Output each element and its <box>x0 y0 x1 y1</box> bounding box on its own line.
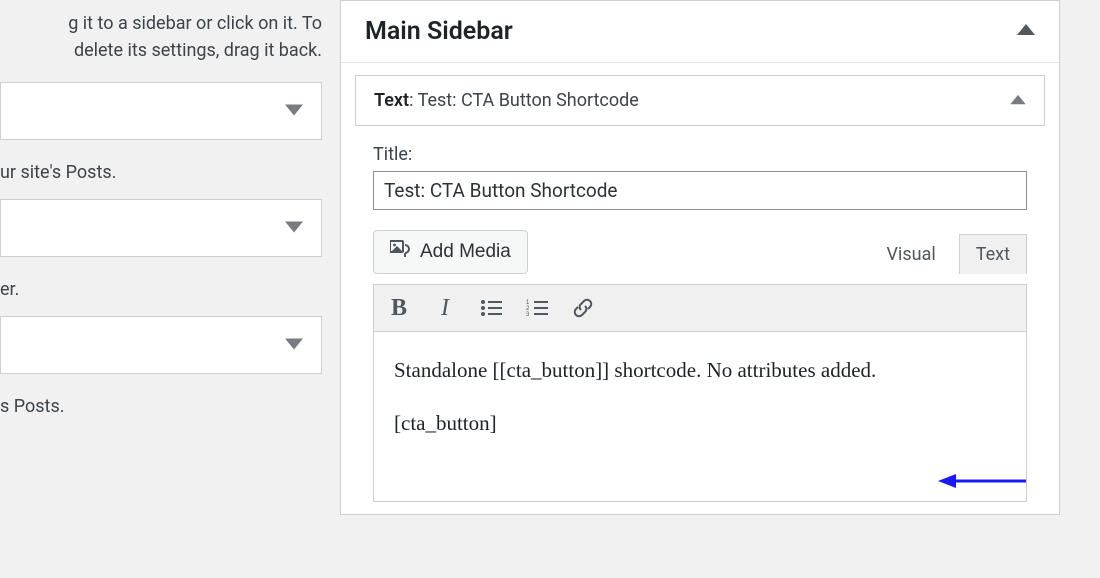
bullet-list-button[interactable] <box>478 295 504 321</box>
available-widget-item[interactable] <box>0 199 322 257</box>
sidebar-panel-header[interactable]: Main Sidebar <box>341 1 1059 63</box>
help-text-line: delete its settings, drag it back. <box>74 40 322 61</box>
editor-paragraph: Standalone [[cta_button]] shortcode. No … <box>394 354 1006 387</box>
editor-content[interactable]: Standalone [[cta_button]] shortcode. No … <box>373 332 1027 502</box>
widget-description: s Posts. <box>0 390 322 433</box>
editor-toolbar: B I 1 2 <box>373 284 1027 332</box>
widget-header-label: Text: Test: CTA Button Shortcode <box>374 90 639 111</box>
svg-text:3: 3 <box>526 312 530 317</box>
title-label: Title: <box>373 144 1027 165</box>
numbered-list-button[interactable]: 1 2 3 <box>524 295 550 321</box>
editor-tabs: Visual Text <box>870 234 1027 274</box>
available-widgets-column: g it to a sidebar or click on it. To del… <box>0 0 340 578</box>
available-widget-item[interactable] <box>0 316 322 374</box>
tab-text[interactable]: Text <box>959 234 1027 274</box>
editor-paragraph: [cta_button] <box>394 407 1006 440</box>
media-icon <box>390 239 412 265</box>
add-media-label: Add Media <box>420 241 511 263</box>
chevron-up-icon <box>1017 22 1035 41</box>
available-widget-item[interactable] <box>0 82 322 140</box>
widget-description: er. <box>0 273 322 316</box>
widget-description: ur site's Posts. <box>0 156 322 199</box>
help-text-line: g it to a sidebar or click on it. To <box>68 13 322 34</box>
title-input[interactable] <box>373 171 1027 210</box>
widget-instance-title: Test: CTA Button Shortcode <box>418 90 639 111</box>
help-text: g it to a sidebar or click on it. To del… <box>0 0 322 82</box>
widget-body: Title: <box>355 126 1045 502</box>
chevron-down-icon <box>285 102 303 121</box>
tab-visual[interactable]: Visual <box>870 234 953 274</box>
chevron-up-icon <box>1010 90 1026 111</box>
chevron-down-icon <box>285 219 303 238</box>
add-media-button[interactable]: Add Media <box>373 230 528 274</box>
italic-button[interactable]: I <box>432 295 458 321</box>
chevron-down-icon <box>285 336 303 355</box>
link-button[interactable] <box>570 295 596 321</box>
sidebar-panel: Main Sidebar Text: Test: CTA Button Shor… <box>340 0 1060 515</box>
sidebar-title: Main Sidebar <box>365 17 513 46</box>
bold-button[interactable]: B <box>386 295 412 321</box>
widget-header[interactable]: Text: Test: CTA Button Shortcode <box>355 75 1045 126</box>
annotation-arrow-icon <box>938 466 1027 496</box>
widget-type: Text <box>374 90 409 111</box>
